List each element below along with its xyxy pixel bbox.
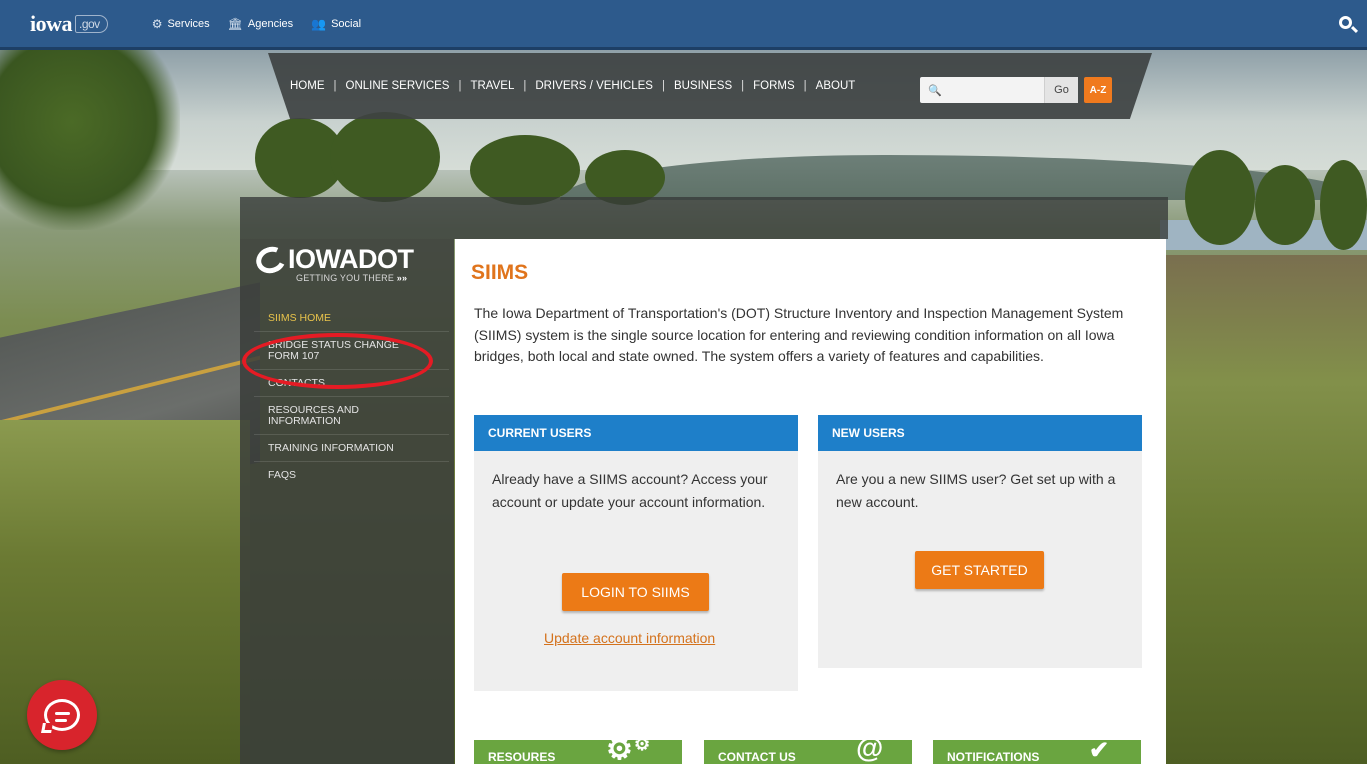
logo-main-text: iowa (30, 10, 73, 36)
current-users-card: CURRENT USERS Already have a SIIMS accou… (474, 415, 798, 691)
page-title: SIIMS (471, 261, 529, 284)
iowa-gov-logo[interactable]: iowa .gov (30, 11, 108, 37)
current-users-body: Already have a SIIMS account? Access you… (492, 471, 768, 510)
main-navigation: HOME | ONLINE SERVICES | TRAVEL | DRIVER… (268, 53, 1152, 119)
nav-forms[interactable]: FORMS (753, 80, 795, 92)
background-tree (1185, 150, 1255, 245)
background-tree (1320, 160, 1367, 250)
nav-business[interactable]: BUSINESS (674, 80, 732, 92)
topnav-social[interactable]: 👥 Social (311, 17, 361, 31)
topnav-agencies-label: Agencies (247, 17, 294, 30)
topnav-services-label: Services (167, 17, 210, 30)
resources-tile-label: RESOURES (488, 750, 556, 764)
iowa-dot-wordmark: IOWADOT (252, 242, 436, 277)
current-users-header: CURRENT USERS (474, 415, 798, 451)
nav-home[interactable]: HOME (290, 80, 325, 92)
a-z-button[interactable]: A-Z (1084, 77, 1112, 103)
nav-separator: | (458, 80, 462, 92)
tagline-text: GETTING YOU THERE (296, 273, 395, 283)
background-tree (470, 135, 580, 205)
main-content: SIIMS The Iowa Department of Transportat… (455, 239, 1166, 764)
sidebar-item-training-information[interactable]: TRAINING INFORMATION (254, 435, 449, 463)
main-nav-links: HOME | ONLINE SERVICES | TRAVEL | DRIVER… (290, 80, 855, 92)
update-account-link[interactable]: Update account information (544, 630, 715, 646)
search-icon[interactable] (1337, 14, 1359, 36)
sidebar-item-faqs[interactable]: FAQS (254, 462, 449, 488)
logo-suffix-text: .gov (75, 14, 108, 33)
nav-separator: | (661, 80, 665, 92)
dot-swoosh-icon (252, 242, 290, 277)
site-search-input[interactable] (945, 79, 1036, 101)
building-icon: 🏛 (227, 16, 243, 31)
nav-separator: | (741, 80, 745, 92)
magnifier-icon: 🔍 (928, 84, 942, 97)
chat-icon (41, 699, 80, 733)
highlight-annotation-oval (242, 333, 433, 389)
content-frame-top (240, 197, 1168, 239)
nav-drivers-vehicles[interactable]: DRIVERS / VEHICLES (535, 80, 653, 92)
iowa-dot-logo[interactable]: IOWADOT GETTING YOU THERE »» (252, 242, 436, 283)
nav-separator: | (803, 80, 807, 92)
people-icon: 👥 (311, 16, 327, 31)
sidebar-item-siims-home[interactable]: SIIMS HOME (254, 305, 449, 333)
new-users-card: NEW USERS Are you a new SIIMS user? Get … (818, 415, 1142, 668)
chat-icon-tail (41, 723, 53, 733)
at-icon: @ (856, 740, 884, 763)
notifications-tile[interactable]: NOTIFICATIONS ✔ (933, 740, 1141, 764)
iowa-dot-name: IOWADOT (288, 244, 414, 274)
background-field-right (1165, 255, 1367, 764)
login-to-siims-button[interactable]: LOGIN TO SIIMS (562, 573, 709, 611)
chevrons-icon: »» (396, 273, 408, 283)
chat-icon-line (55, 719, 67, 722)
get-started-button[interactable]: GET STARTED (915, 551, 1044, 589)
intro-paragraph: The Iowa Department of Transportation's … (474, 305, 1124, 364)
background-tree (1255, 165, 1315, 245)
check-icon: ✔ (1089, 740, 1110, 764)
chat-icon-line (55, 712, 70, 715)
chat-button[interactable] (27, 680, 97, 750)
resources-tile[interactable]: RESOURES ⚙ ⚙ (474, 740, 682, 764)
background-trees-left (0, 50, 180, 230)
nav-about[interactable]: ABOUT (816, 80, 856, 92)
gears-icon: ⚙ (151, 16, 163, 31)
contact-us-tile[interactable]: CONTACT US @ (704, 740, 912, 764)
topnav-agencies[interactable]: 🏛 Agencies (228, 17, 294, 31)
new-users-body: Are you a new SIIMS user? Get set up wit… (836, 471, 1116, 510)
nav-separator: | (523, 80, 527, 92)
iowa-gov-topbar: iowa .gov ⚙ Services 🏛 Agencies 👥 Social (0, 0, 1367, 50)
topbar-nav: ⚙ Services 🏛 Agencies 👥 Social (152, 17, 361, 31)
search-icon-handle (1350, 25, 1359, 34)
gear-icon: ⚙ (606, 740, 633, 764)
contact-us-tile-label: CONTACT US (718, 750, 796, 764)
nav-travel[interactable]: TRAVEL (470, 80, 514, 92)
background-tree (330, 112, 440, 202)
new-users-header: NEW USERS (818, 415, 1142, 451)
nav-separator: | (333, 80, 337, 92)
search-go-button[interactable]: Go (1044, 77, 1078, 103)
iowa-dot-tagline: GETTING YOU THERE »» (296, 273, 436, 283)
nav-online-services[interactable]: ONLINE SERVICES (346, 80, 450, 92)
topnav-social-label: Social (331, 17, 362, 30)
sidebar-item-resources-information[interactable]: RESOURCES AND INFORMATION (254, 397, 449, 436)
gear-icon: ⚙ (634, 740, 651, 754)
site-search: 🔍 Go (920, 77, 1078, 103)
topnav-services[interactable]: ⚙ Services (152, 17, 210, 31)
notifications-tile-label: NOTIFICATIONS (947, 750, 1040, 764)
